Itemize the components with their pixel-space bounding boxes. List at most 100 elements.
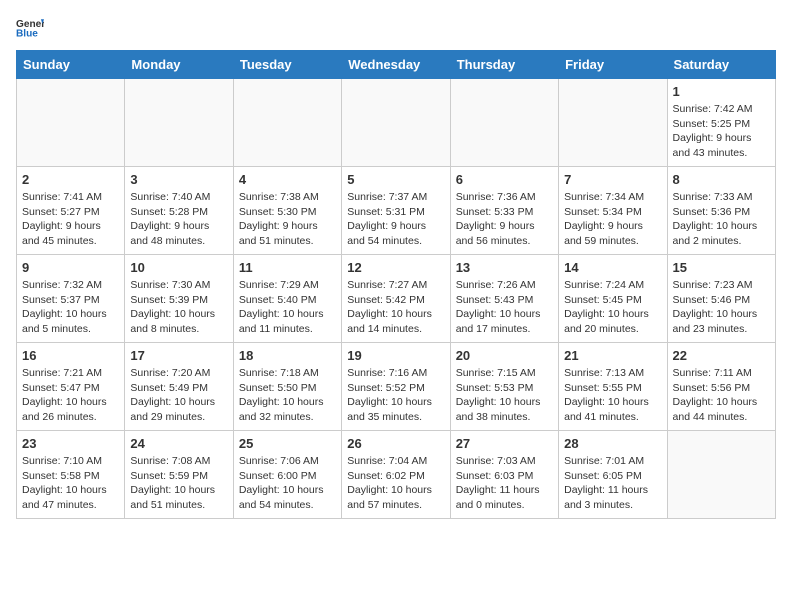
- calendar-cell: 13 Sunrise: 7:26 AM Sunset: 5:43 PM Dayli…: [450, 255, 558, 343]
- calendar-cell: 5 Sunrise: 7:37 AM Sunset: 5:31 PM Daylig…: [342, 167, 450, 255]
- day-number: 5: [347, 172, 444, 187]
- day-number: 24: [130, 436, 227, 451]
- header: General Blue: [16, 16, 776, 38]
- day-info: Sunrise: 7:03 AM Sunset: 6:03 PM Dayligh…: [456, 454, 553, 513]
- day-info: Sunrise: 7:34 AM Sunset: 5:34 PM Dayligh…: [564, 190, 661, 249]
- day-info: Sunrise: 7:41 AM Sunset: 5:27 PM Dayligh…: [22, 190, 119, 249]
- day-number: 4: [239, 172, 336, 187]
- day-number: 14: [564, 260, 661, 275]
- day-info: Sunrise: 7:04 AM Sunset: 6:02 PM Dayligh…: [347, 454, 444, 513]
- day-info: Sunrise: 7:32 AM Sunset: 5:37 PM Dayligh…: [22, 278, 119, 337]
- day-info: Sunrise: 7:40 AM Sunset: 5:28 PM Dayligh…: [130, 190, 227, 249]
- calendar-cell: 17 Sunrise: 7:20 AM Sunset: 5:49 PM Dayli…: [125, 343, 233, 431]
- week-row-4: 16 Sunrise: 7:21 AM Sunset: 5:47 PM Dayli…: [17, 343, 776, 431]
- calendar-cell: [17, 79, 125, 167]
- day-number: 10: [130, 260, 227, 275]
- day-info: Sunrise: 7:30 AM Sunset: 5:39 PM Dayligh…: [130, 278, 227, 337]
- calendar-cell: 15 Sunrise: 7:23 AM Sunset: 5:46 PM Dayli…: [667, 255, 775, 343]
- day-number: 26: [347, 436, 444, 451]
- calendar-cell: 23Sunrise: 7:10 AM Sunset: 5:58 PM Dayli…: [17, 431, 125, 519]
- calendar-cell: [667, 431, 775, 519]
- day-info: Sunrise: 7:29 AM Sunset: 5:40 PM Dayligh…: [239, 278, 336, 337]
- day-number: 12: [347, 260, 444, 275]
- calendar-cell: 8 Sunrise: 7:33 AM Sunset: 5:36 PM Daylig…: [667, 167, 775, 255]
- calendar-table: SundayMondayTuesdayWednesdayThursdayFrid…: [16, 50, 776, 519]
- day-number: 3: [130, 172, 227, 187]
- day-number: 11: [239, 260, 336, 275]
- weekday-header-monday: Monday: [125, 51, 233, 79]
- calendar-cell: 9 Sunrise: 7:32 AM Sunset: 5:37 PM Daylig…: [17, 255, 125, 343]
- calendar-cell: [125, 79, 233, 167]
- day-number: 9: [22, 260, 119, 275]
- calendar-cell: [342, 79, 450, 167]
- calendar-cell: 28 Sunrise: 7:01 AM Sunset: 6:05 PM Dayli…: [559, 431, 667, 519]
- day-info: Sunrise: 7:33 AM Sunset: 5:36 PM Dayligh…: [673, 190, 770, 249]
- day-info: Sunrise: 7:11 AM Sunset: 5:56 PM Dayligh…: [673, 366, 770, 425]
- week-row-5: 23Sunrise: 7:10 AM Sunset: 5:58 PM Dayli…: [17, 431, 776, 519]
- weekday-header-thursday: Thursday: [450, 51, 558, 79]
- weekday-header-sunday: Sunday: [17, 51, 125, 79]
- weekday-header-row: SundayMondayTuesdayWednesdayThursdayFrid…: [17, 51, 776, 79]
- week-row-3: 9 Sunrise: 7:32 AM Sunset: 5:37 PM Daylig…: [17, 255, 776, 343]
- day-info: Sunrise: 7:42 AM Sunset: 5:25 PM Dayligh…: [673, 102, 770, 161]
- day-number: 13: [456, 260, 553, 275]
- calendar-cell: 25Sunrise: 7:06 AM Sunset: 6:00 PM Dayli…: [233, 431, 341, 519]
- day-number: 28: [564, 436, 661, 451]
- calendar-cell: 1Sunrise: 7:42 AM Sunset: 5:25 PM Daylig…: [667, 79, 775, 167]
- logo: General Blue: [16, 16, 44, 38]
- svg-text:Blue: Blue: [16, 28, 38, 38]
- calendar-cell: 7 Sunrise: 7:34 AM Sunset: 5:34 PM Daylig…: [559, 167, 667, 255]
- calendar-cell: 6Sunrise: 7:36 AM Sunset: 5:33 PM Daylig…: [450, 167, 558, 255]
- calendar-cell: 20 Sunrise: 7:15 AM Sunset: 5:53 PM Dayli…: [450, 343, 558, 431]
- day-number: 25: [239, 436, 336, 451]
- calendar-cell: 14 Sunrise: 7:24 AM Sunset: 5:45 PM Dayli…: [559, 255, 667, 343]
- calendar-cell: 22Sunrise: 7:11 AM Sunset: 5:56 PM Dayli…: [667, 343, 775, 431]
- day-number: 21: [564, 348, 661, 363]
- day-info: Sunrise: 7:37 AM Sunset: 5:31 PM Dayligh…: [347, 190, 444, 249]
- day-number: 2: [22, 172, 119, 187]
- calendar-cell: 18 Sunrise: 7:18 AM Sunset: 5:50 PM Dayli…: [233, 343, 341, 431]
- day-info: Sunrise: 7:15 AM Sunset: 5:53 PM Dayligh…: [456, 366, 553, 425]
- day-info: Sunrise: 7:27 AM Sunset: 5:42 PM Dayligh…: [347, 278, 444, 337]
- day-number: 8: [673, 172, 770, 187]
- day-number: 20: [456, 348, 553, 363]
- weekday-header-friday: Friday: [559, 51, 667, 79]
- calendar-cell: 24 Sunrise: 7:08 AM Sunset: 5:59 PM Dayli…: [125, 431, 233, 519]
- calendar-cell: 4 Sunrise: 7:38 AM Sunset: 5:30 PM Daylig…: [233, 167, 341, 255]
- day-info: Sunrise: 7:18 AM Sunset: 5:50 PM Dayligh…: [239, 366, 336, 425]
- calendar-cell: 12 Sunrise: 7:27 AM Sunset: 5:42 PM Dayli…: [342, 255, 450, 343]
- day-info: Sunrise: 7:01 AM Sunset: 6:05 PM Dayligh…: [564, 454, 661, 513]
- calendar-cell: 19 Sunrise: 7:16 AM Sunset: 5:52 PM Dayli…: [342, 343, 450, 431]
- calendar-cell: [233, 79, 341, 167]
- day-info: Sunrise: 7:16 AM Sunset: 5:52 PM Dayligh…: [347, 366, 444, 425]
- day-info: Sunrise: 7:21 AM Sunset: 5:47 PM Dayligh…: [22, 366, 119, 425]
- calendar-cell: 10 Sunrise: 7:30 AM Sunset: 5:39 PM Dayli…: [125, 255, 233, 343]
- calendar-cell: 2 Sunrise: 7:41 AM Sunset: 5:27 PM Daylig…: [17, 167, 125, 255]
- day-number: 15: [673, 260, 770, 275]
- weekday-header-saturday: Saturday: [667, 51, 775, 79]
- calendar-cell: 21Sunrise: 7:13 AM Sunset: 5:55 PM Dayli…: [559, 343, 667, 431]
- day-info: Sunrise: 7:20 AM Sunset: 5:49 PM Dayligh…: [130, 366, 227, 425]
- week-row-1: 1Sunrise: 7:42 AM Sunset: 5:25 PM Daylig…: [17, 79, 776, 167]
- calendar-cell: 26 Sunrise: 7:04 AM Sunset: 6:02 PM Dayli…: [342, 431, 450, 519]
- day-number: 16: [22, 348, 119, 363]
- day-info: Sunrise: 7:08 AM Sunset: 5:59 PM Dayligh…: [130, 454, 227, 513]
- calendar-cell: 3 Sunrise: 7:40 AM Sunset: 5:28 PM Daylig…: [125, 167, 233, 255]
- week-row-2: 2 Sunrise: 7:41 AM Sunset: 5:27 PM Daylig…: [17, 167, 776, 255]
- day-number: 7: [564, 172, 661, 187]
- day-info: Sunrise: 7:24 AM Sunset: 5:45 PM Dayligh…: [564, 278, 661, 337]
- day-number: 18: [239, 348, 336, 363]
- calendar-cell: 11 Sunrise: 7:29 AM Sunset: 5:40 PM Dayli…: [233, 255, 341, 343]
- weekday-header-wednesday: Wednesday: [342, 51, 450, 79]
- day-number: 17: [130, 348, 227, 363]
- calendar-cell: 27 Sunrise: 7:03 AM Sunset: 6:03 PM Dayli…: [450, 431, 558, 519]
- day-info: Sunrise: 7:26 AM Sunset: 5:43 PM Dayligh…: [456, 278, 553, 337]
- generalblue-logo-icon: General Blue: [16, 16, 44, 38]
- day-number: 19: [347, 348, 444, 363]
- day-number: 23: [22, 436, 119, 451]
- day-info: Sunrise: 7:38 AM Sunset: 5:30 PM Dayligh…: [239, 190, 336, 249]
- calendar-cell: [559, 79, 667, 167]
- day-number: 27: [456, 436, 553, 451]
- calendar-cell: 16 Sunrise: 7:21 AM Sunset: 5:47 PM Dayli…: [17, 343, 125, 431]
- day-info: Sunrise: 7:23 AM Sunset: 5:46 PM Dayligh…: [673, 278, 770, 337]
